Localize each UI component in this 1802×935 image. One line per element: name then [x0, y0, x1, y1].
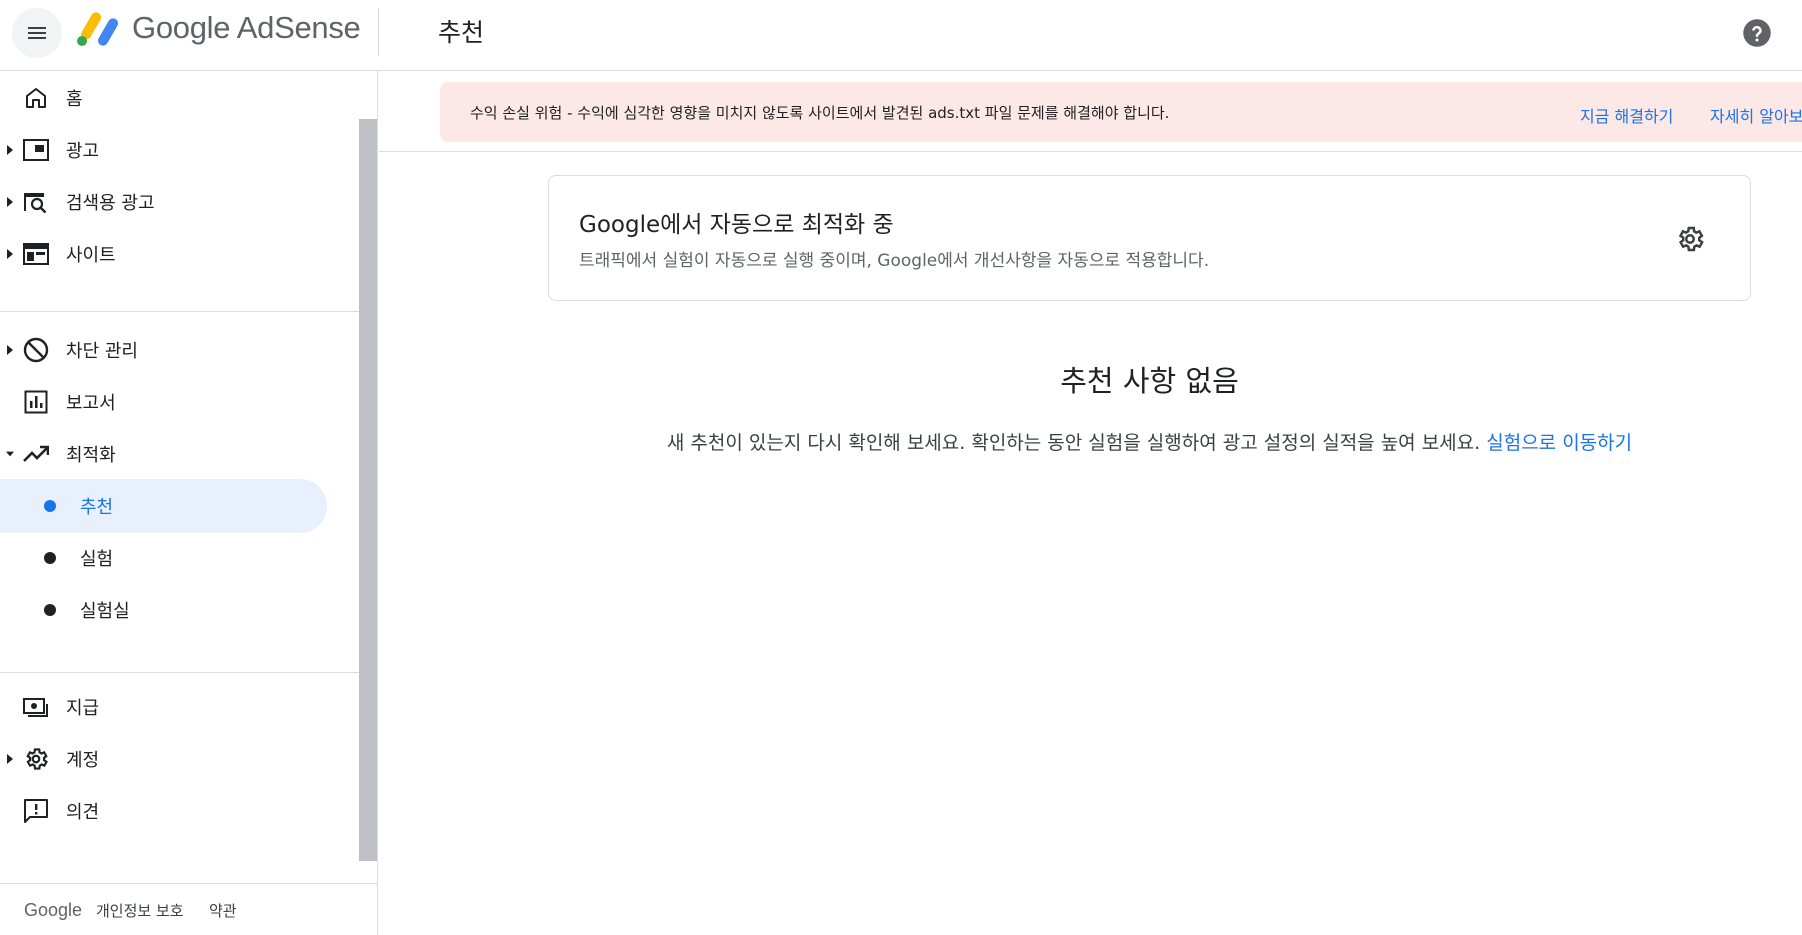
auto-optimization-card: Google에서 자동으로 최적화 중 트래픽에서 실험이 자동으로 실행 중이…	[548, 175, 1751, 301]
block-icon	[22, 336, 50, 364]
sidebar-item-reports[interactable]: 보고서	[0, 375, 330, 429]
sidebar-item-label: 차단 관리	[66, 341, 138, 362]
feedback-icon	[22, 797, 50, 825]
gear-icon	[22, 745, 50, 773]
sidebar-item-label: 홈	[66, 89, 83, 110]
sidebar-item-label: 실험실	[80, 601, 130, 622]
sidebar-item-label: 보고서	[66, 393, 116, 414]
banner-divider	[379, 151, 1802, 152]
trending-up-icon	[22, 440, 50, 468]
sidebar-item-label: 사이트	[66, 245, 116, 266]
sidebar-item-label: 검색용 광고	[66, 193, 155, 214]
sidebar-item-label: 실험	[80, 549, 114, 570]
payments-icon	[22, 693, 50, 721]
sidebar-item-label: 최적화	[66, 445, 116, 466]
empty-state-description: 새 추천이 있는지 다시 확인해 보세요. 확인하는 동안 실험을 실행하여 광…	[666, 432, 1481, 454]
sidebar-item-label: 추천	[80, 497, 114, 518]
brand-name: Google AdSense	[132, 10, 361, 45]
card-title: Google에서 자동으로 최적화 중	[579, 212, 894, 238]
caret-right-icon	[6, 144, 14, 156]
go-to-experiments-link[interactable]: 실험으로 이동하기	[1486, 432, 1632, 454]
help-circle-icon[interactable]	[1742, 18, 1772, 48]
bullet-dot-icon	[44, 500, 56, 512]
gear-icon[interactable]	[1675, 224, 1705, 254]
sites-icon	[22, 240, 50, 268]
privacy-link[interactable]: 개인정보 보호	[96, 900, 184, 921]
home-icon	[22, 84, 50, 112]
sidebar-item-feedback[interactable]: 의견	[0, 784, 330, 838]
hamburger-menu-icon[interactable]	[12, 8, 62, 58]
sidebar-item-label: 의견	[66, 802, 100, 823]
reports-icon	[22, 388, 50, 416]
caret-right-icon	[6, 196, 14, 208]
google-footer-logo: Google	[24, 899, 83, 920]
ads-icon	[22, 136, 50, 164]
sidebar-item-search-ads[interactable]: 검색용 광고	[0, 175, 330, 229]
caret-right-icon	[6, 344, 14, 356]
sidebar-item-label: 계정	[66, 750, 100, 771]
empty-state-message: 새 추천이 있는지 다시 확인해 보세요. 확인하는 동안 실험을 실행하여 광…	[548, 428, 1751, 455]
sidebar-item-sites[interactable]: 사이트	[0, 227, 330, 281]
ads-txt-warning-banner: 수익 손실 위험 - 수익에 심각한 영향을 미치지 않도록 사이트에서 발견된…	[440, 82, 1802, 142]
sidebar-item-account[interactable]: 계정	[0, 732, 330, 786]
bullet-dot-icon	[44, 604, 56, 616]
sidebar-item-payments[interactable]: 지급	[0, 680, 330, 734]
learn-more-link[interactable]: 자세히 알아보	[1710, 103, 1802, 127]
sidebar-scrollbar[interactable]	[359, 119, 377, 861]
caret-right-icon	[6, 248, 14, 260]
sidebar-footer: Google 개인정보 보호 약관	[0, 883, 377, 935]
sidebar-item-home[interactable]: 홈	[0, 71, 330, 125]
adsense-logo[interactable]	[76, 12, 120, 48]
sidebar-item-ads[interactable]: 광고	[0, 123, 330, 177]
sidebar-divider	[0, 311, 359, 312]
empty-state-title: 추천 사항 없음	[1060, 364, 1239, 398]
fix-now-link[interactable]: 지금 해결하기	[1580, 103, 1673, 127]
sidebar-item-optimization[interactable]: 최적화	[0, 427, 330, 481]
sidebar-item-label: 지급	[66, 698, 100, 719]
top-app-bar: Google AdSense 추천	[0, 0, 1802, 71]
header-divider	[378, 8, 379, 56]
sidebar-divider	[0, 672, 359, 673]
sidebar-item-blocking-controls[interactable]: 차단 관리	[0, 323, 330, 377]
sidebar-item-label: 광고	[66, 141, 100, 162]
sidebar-subitem-recommendations[interactable]: 추천	[0, 479, 327, 533]
terms-link[interactable]: 약관	[209, 900, 237, 921]
sidebar-subitem-labs[interactable]: 실험실	[0, 583, 330, 637]
sidebar-nav: 홈 광고 검색용 광고 사이트 차단 관리 보고서 최적화 추천 실험 실험실 …	[0, 71, 378, 935]
caret-right-icon	[6, 753, 14, 765]
card-description: 트래픽에서 실험이 자동으로 실행 중이며, Google에서 개선사항을 자동…	[579, 251, 1210, 271]
caret-down-icon	[6, 448, 14, 460]
page-title: 추천	[438, 18, 485, 47]
banner-message: 수익 손실 위험 - 수익에 심각한 영향을 미치지 않도록 사이트에서 발견된…	[470, 104, 1170, 122]
bullet-dot-icon	[44, 552, 56, 564]
sidebar-subitem-experiments[interactable]: 실험	[0, 531, 330, 585]
search-ads-icon	[22, 188, 50, 216]
